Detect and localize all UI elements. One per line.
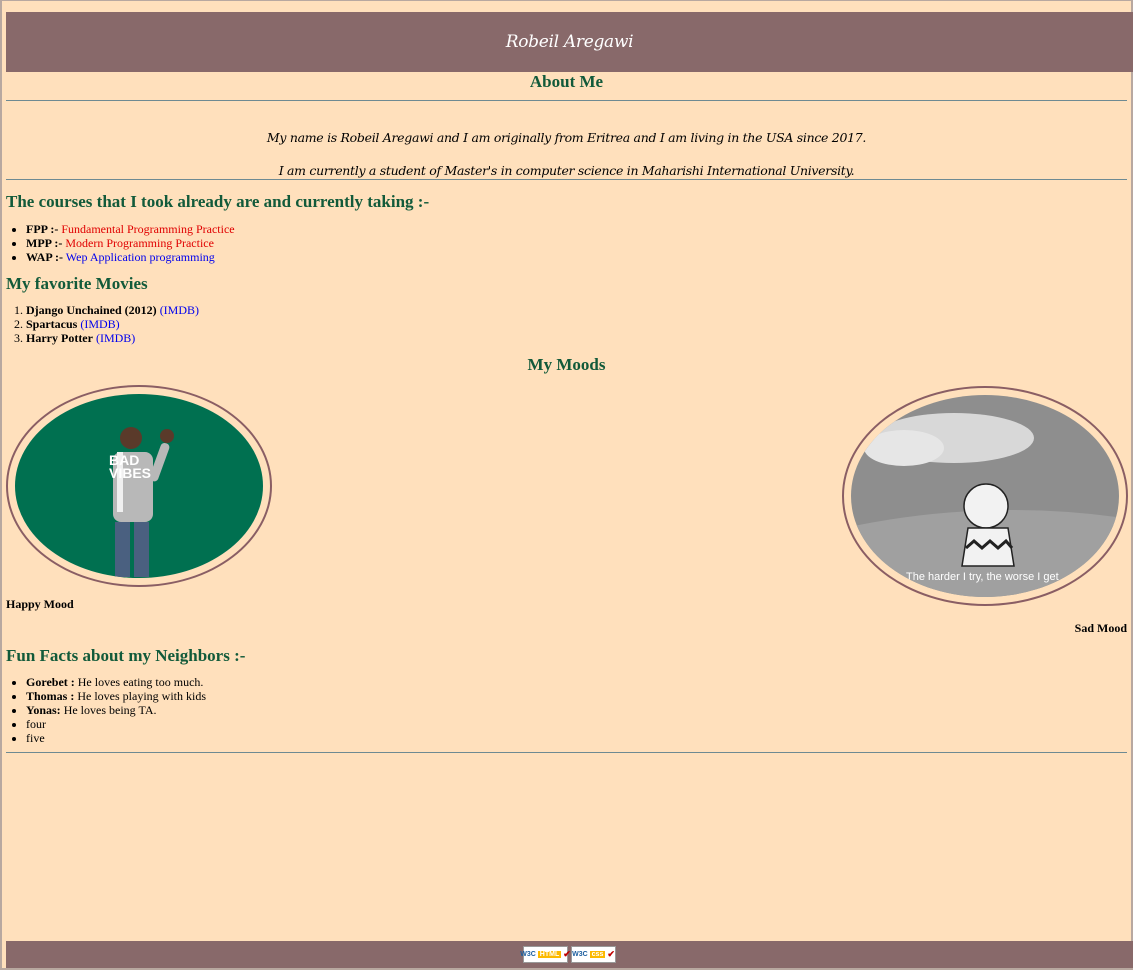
w3c-css-valid-badge[interactable]: W3C css ✔ <box>571 946 616 963</box>
imdb-link[interactable]: (IMDB) <box>80 317 119 331</box>
sad-mood-image: The harder I try, the worse I get <box>842 386 1128 606</box>
badge-kind: HTML <box>537 951 562 958</box>
course-name: Fundamental Programming Practice <box>61 222 235 236</box>
course-code: FPP :- <box>26 222 59 236</box>
neighbor-name: Gorebet : <box>26 675 75 689</box>
bad-vibes-text: BAD VIBES <box>109 452 152 481</box>
list-item: five <box>26 731 206 745</box>
sad-mood-label: Sad Mood <box>1074 621 1127 635</box>
list-item: Gorebet : He loves eating too much. <box>26 675 206 689</box>
check-icon: ✔ <box>563 949 571 959</box>
list-item: four <box>26 717 206 731</box>
movies-title: My favorite Movies <box>6 274 148 293</box>
movie-name: Spartacus <box>26 317 78 331</box>
neighbor-fact: He loves playing with kids <box>77 689 206 703</box>
neighbor-fact: He loves being TA. <box>63 703 157 717</box>
divider <box>6 179 1127 180</box>
badge-org: W3C <box>520 951 536 958</box>
neighbor-fact: He loves eating too much. <box>77 675 204 689</box>
sad-mood-image-fill: The harder I try, the worse I get <box>851 395 1119 597</box>
movies-list: Django Unchained (2012) (IMDB) Spartacus… <box>6 303 199 345</box>
movie-name: Harry Potter <box>26 331 93 345</box>
neighbor-name: Yonas: <box>26 703 61 717</box>
course-name: Modern Programming Practice <box>65 236 214 250</box>
list-item: Yonas: He loves being TA. <box>26 703 206 717</box>
list-item: Django Unchained (2012) (IMDB) <box>26 303 199 317</box>
divider <box>6 752 1127 753</box>
movie-name: Django Unchained (2012) <box>26 303 157 317</box>
page-footer: W3C HTML ✔ W3C css ✔ <box>6 941 1133 968</box>
list-item: WAP :- Wep Application programming <box>26 250 235 264</box>
w3c-html-valid-badge[interactable]: W3C HTML ✔ <box>520 946 571 963</box>
list-item: Harry Potter (IMDB) <box>26 331 199 345</box>
page-header: Robeil Aregawi <box>6 12 1133 72</box>
list-item: Thomas : He loves playing with kids <box>26 689 206 703</box>
courses-list: FPP :- Fundamental Programming Practice … <box>6 222 235 264</box>
about-paragraph-1: My name is Robeil Aregawi and I am origi… <box>266 129 867 145</box>
list-item: MPP :- Modern Programming Practice <box>26 236 235 250</box>
course-link[interactable]: Wep Application programming <box>66 250 215 264</box>
badge-kind: css <box>589 951 606 958</box>
window-frame-top <box>0 0 1133 1</box>
imdb-link[interactable]: (IMDB) <box>160 303 199 317</box>
check-icon: ✔ <box>607 949 615 959</box>
course-code: MPP :- <box>26 236 63 250</box>
moods-title: My Moods <box>527 355 606 374</box>
list-item: Spartacus (IMDB) <box>26 317 199 331</box>
divider <box>6 100 1127 101</box>
badge-org: W3C <box>572 951 588 958</box>
site-title: Robeil Aregawi <box>505 32 634 52</box>
about-paragraph-2: I am currently a student of Master's in … <box>278 162 855 178</box>
waving-person-illustration <box>113 427 174 577</box>
neighbor-name: Thomas : <box>26 689 75 703</box>
courses-title: The courses that I took already are and … <box>6 192 430 211</box>
about-title: About Me <box>529 72 604 91</box>
sad-cartoon-illustration <box>851 413 1119 597</box>
imdb-link[interactable]: (IMDB) <box>96 331 135 345</box>
list-item: FPP :- Fundamental Programming Practice <box>26 222 235 236</box>
facts-list: Gorebet : He loves eating too much. Thom… <box>6 675 206 745</box>
happy-mood-image-fill: BAD VIBES <box>15 394 263 578</box>
sad-mood-caption: The harder I try, the worse I get <box>906 571 1059 583</box>
facts-title: Fun Facts about my Neighbors :- <box>6 646 246 665</box>
happy-mood-label: Happy Mood <box>6 597 74 611</box>
window-frame-left <box>0 0 2 970</box>
neighbor-fact: four <box>26 717 46 731</box>
neighbor-fact: five <box>26 731 45 745</box>
happy-mood-image: BAD VIBES <box>6 385 272 587</box>
course-code: WAP :- <box>26 250 63 264</box>
